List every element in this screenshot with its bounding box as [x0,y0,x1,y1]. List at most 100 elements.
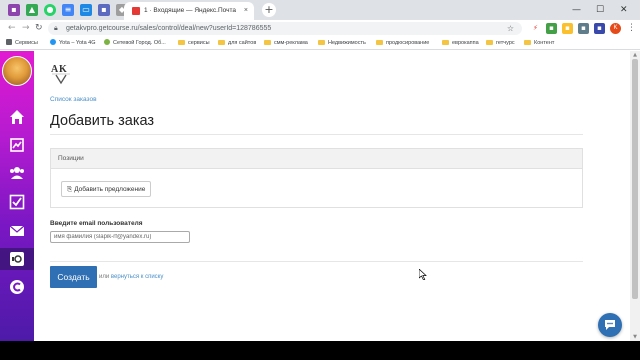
main-content: A K Список заказов Добавить заказ Позици… [34,51,630,341]
chat-logo-icon[interactable] [9,279,25,295]
support-chat-button[interactable] [598,313,622,337]
mail-icon[interactable] [9,223,25,239]
docs-tab[interactable]: ≡ [62,4,74,16]
bookmark-netcity[interactable]: Сетевой Город. Об... [104,38,166,49]
page-title: Добавить заказ [50,113,155,129]
extension-yandex-icon[interactable]: ⚡ [530,23,541,34]
folder-icon [486,40,493,45]
new-tab-button[interactable]: + [262,3,276,17]
bookmark-star-icon[interactable]: ☆ [507,22,514,35]
folder-icon [376,40,383,45]
breadcrumb-orders-link[interactable]: Список заказов [50,95,97,104]
chart-icon[interactable] [9,137,25,153]
add-offer-label: Добавить предложение [74,186,146,193]
omnibox[interactable]: 🔒︎ getakvpro.getcourse.ru/sales/control/… [48,22,522,35]
url-text: getakvpro.getcourse.ru/sales/control/dea… [66,25,272,32]
browser-tab-strip: ▪ ▲ ● ≡ ▭ ▪ ◆ 1 · Входящие — Яндекс.Почт… [0,0,640,20]
bookmark-apps[interactable]: Сервисы [6,38,38,49]
tab-icon: ▭ [82,5,90,14]
users-icon[interactable] [9,165,25,181]
site-icon [104,39,110,45]
extension-grey-icon[interactable]: ▪ [578,23,589,34]
scroll-up-icon[interactable]: ▲ [630,51,640,59]
apps-grid-icon [6,39,12,45]
bookmark-folder-sites[interactable]: для сайтов [218,38,256,49]
positions-panel-header: Позиции [51,149,582,169]
minimize-button[interactable]: — [572,4,581,16]
extension-green-icon[interactable]: ▪ [546,23,557,34]
whatsapp-icon: ● [46,5,54,14]
divider [50,261,583,262]
bookmark-label: Yota – Yota 4G [59,40,96,46]
scroll-thumb[interactable] [632,59,638,299]
svg-text:A: A [51,64,59,75]
tasks-icon[interactable] [9,194,25,210]
user-avatar[interactable] [2,56,32,86]
tab-icon: ▪ [101,5,107,14]
mouse-cursor-icon [419,269,427,280]
email-field[interactable] [50,231,190,243]
scroll-down-icon[interactable]: ▼ [630,333,640,341]
bookmark-folder-smm[interactable]: смм-реклама [264,38,308,49]
active-tab-title: 1 · Входящие — Яндекс.Почта [144,7,237,14]
close-window-button[interactable]: ✕ [620,4,628,16]
pinned-tab-1[interactable]: ▪ [8,4,20,16]
tab-icon: ▪ [11,5,17,14]
bookmark-label: сервисы [188,40,210,46]
back-hint: или вернуться к списку [99,273,163,282]
reload-icon[interactable]: ↻ [35,22,43,35]
bookmark-label: для сайтов [228,40,257,46]
pinned-tab-2[interactable]: ▲ [26,4,38,16]
bookmark-folder-getcourse[interactable]: гетчурс [486,38,515,49]
bookmark-folder-producing[interactable]: продюсирование [376,38,429,49]
extension-blue-icon[interactable]: ▪ [594,23,605,34]
bookmark-yota[interactable]: Yota – Yota 4G [50,38,96,49]
positions-panel: Позиции ⎘ Добавить предложение [50,148,583,208]
back-to-list-link[interactable]: вернуться к списку [111,274,163,280]
bookmark-label: смм-реклама [274,40,308,46]
bookmark-label: Сервисы [15,40,38,46]
divider [50,134,583,135]
bookmark-folder-services[interactable]: сервисы [178,38,210,49]
docs-icon: ≡ [64,5,72,14]
bookmark-label: Контент [534,40,555,46]
extension-yellow-icon[interactable]: ▪ [562,23,573,34]
bookmarks-bar: Сервисы Yota – Yota 4G Сетевой Город. Об… [0,37,640,50]
browser-menu-icon[interactable]: ⋮ [627,22,636,35]
folder-icon [264,40,271,45]
or-label: или [99,274,111,280]
positions-header-label: Позиции [58,155,84,162]
bookmark-folder-content[interactable]: Контент [524,38,554,49]
bookmark-folder-realty[interactable]: Недвижимость [318,38,366,49]
folder-icon [442,40,449,45]
bookmark-label: гетчурс [496,40,515,46]
school-logo[interactable]: A K [50,61,74,85]
bookmark-label: еврокаппа [452,40,479,46]
yandex-mail-icon [132,7,140,15]
add-offer-button[interactable]: ⎘ Добавить предложение [61,181,152,197]
svg-text:K: K [59,64,67,75]
pinned-tab-6[interactable]: ▪ [98,4,110,16]
close-tab-icon[interactable]: × [244,5,248,17]
getcourse-icon[interactable] [9,251,25,267]
email-field-label: Введите email пользователя [50,220,143,227]
bookmark-label: Сетевой Город. Об... [113,40,166,46]
bookmark-label: Недвижимость [328,40,366,46]
bookmark-folder-eurokappa[interactable]: еврокаппа [442,38,479,49]
profile-avatar[interactable]: K [610,23,621,34]
forward-arrow-icon[interactable]: → [22,22,30,35]
whatsapp-tab[interactable]: ● [44,4,56,16]
screen-bottom-bar [0,341,640,360]
maximize-button[interactable]: ☐ [596,4,604,16]
pinned-tab-5[interactable]: ▭ [80,4,92,16]
lock-icon: 🔒︎ [54,24,58,32]
address-bar-row: ← → ↻ 🔒︎ getakvpro.getcourse.ru/sales/co… [0,20,640,37]
folder-icon [524,40,531,45]
home-icon[interactable] [9,109,25,125]
active-tab[interactable]: 1 · Входящие — Яндекс.Почта × [124,2,254,20]
bookmark-label: продюсирование [386,40,430,46]
page-scrollbar[interactable]: ▲ ▼ [630,51,640,341]
create-button[interactable]: Создать [50,266,97,288]
folder-icon [318,40,325,45]
back-arrow-icon[interactable]: ← [8,22,16,35]
